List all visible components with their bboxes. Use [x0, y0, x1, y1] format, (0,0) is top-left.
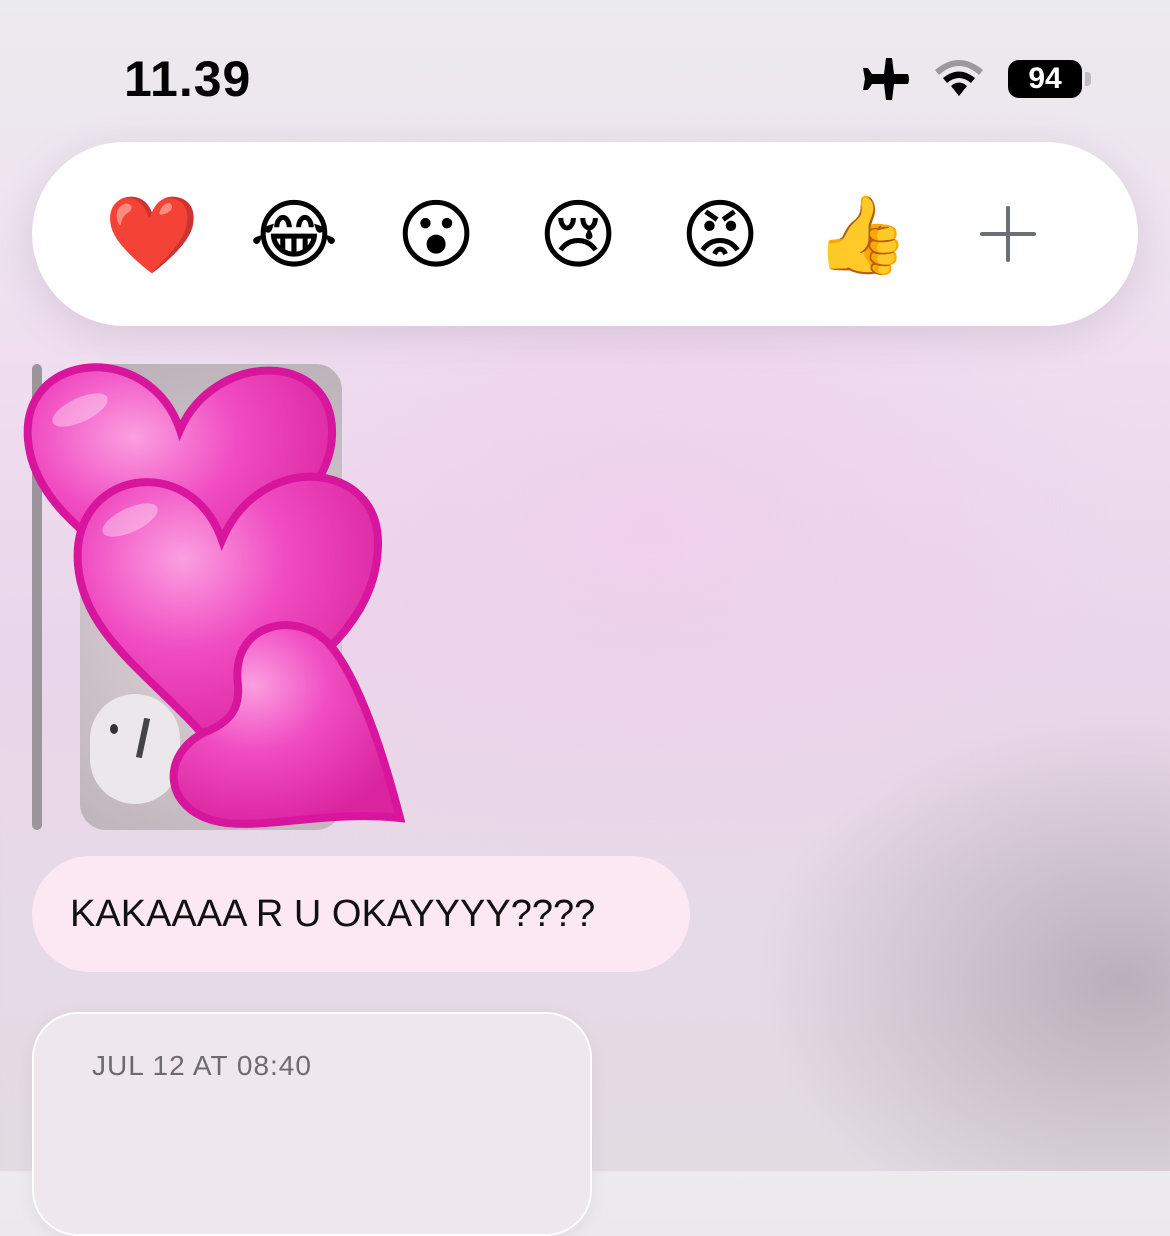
status-bar: 11.39 94	[0, 0, 1170, 140]
airplane-icon	[863, 58, 909, 100]
reaction-surprised[interactable]: 😮	[388, 188, 484, 284]
reaction-angry[interactable]: 😡	[672, 188, 768, 284]
message-card[interactable]: JUL 12 AT 08:40	[32, 1012, 592, 1236]
wifi-icon	[935, 60, 983, 96]
reaction-thumbs-up[interactable]: 👍	[814, 188, 910, 284]
battery-level: 94	[1028, 62, 1062, 95]
pink-hearts-sticker	[23, 363, 406, 828]
reaction-crying[interactable]: 😢	[530, 188, 626, 284]
reaction-heart[interactable]: ❤️	[104, 188, 200, 284]
status-time: 11.39	[124, 51, 252, 107]
plus-icon[interactable]	[974, 200, 1042, 268]
reaction-laughing[interactable]: 😂	[246, 188, 342, 284]
battery-cap	[1085, 72, 1091, 86]
battery-icon: 94	[1008, 60, 1092, 98]
message-bubble[interactable]: KAKAAAA R U OKAYYYY????	[32, 856, 690, 972]
message-text: KAKAAAA R U OKAYYYY????	[70, 893, 596, 935]
reaction-bar: ❤️ 😂 😮 😢 😡 👍	[32, 142, 1138, 326]
message-timestamp: JUL 12 AT 08:40	[92, 1050, 312, 1081]
